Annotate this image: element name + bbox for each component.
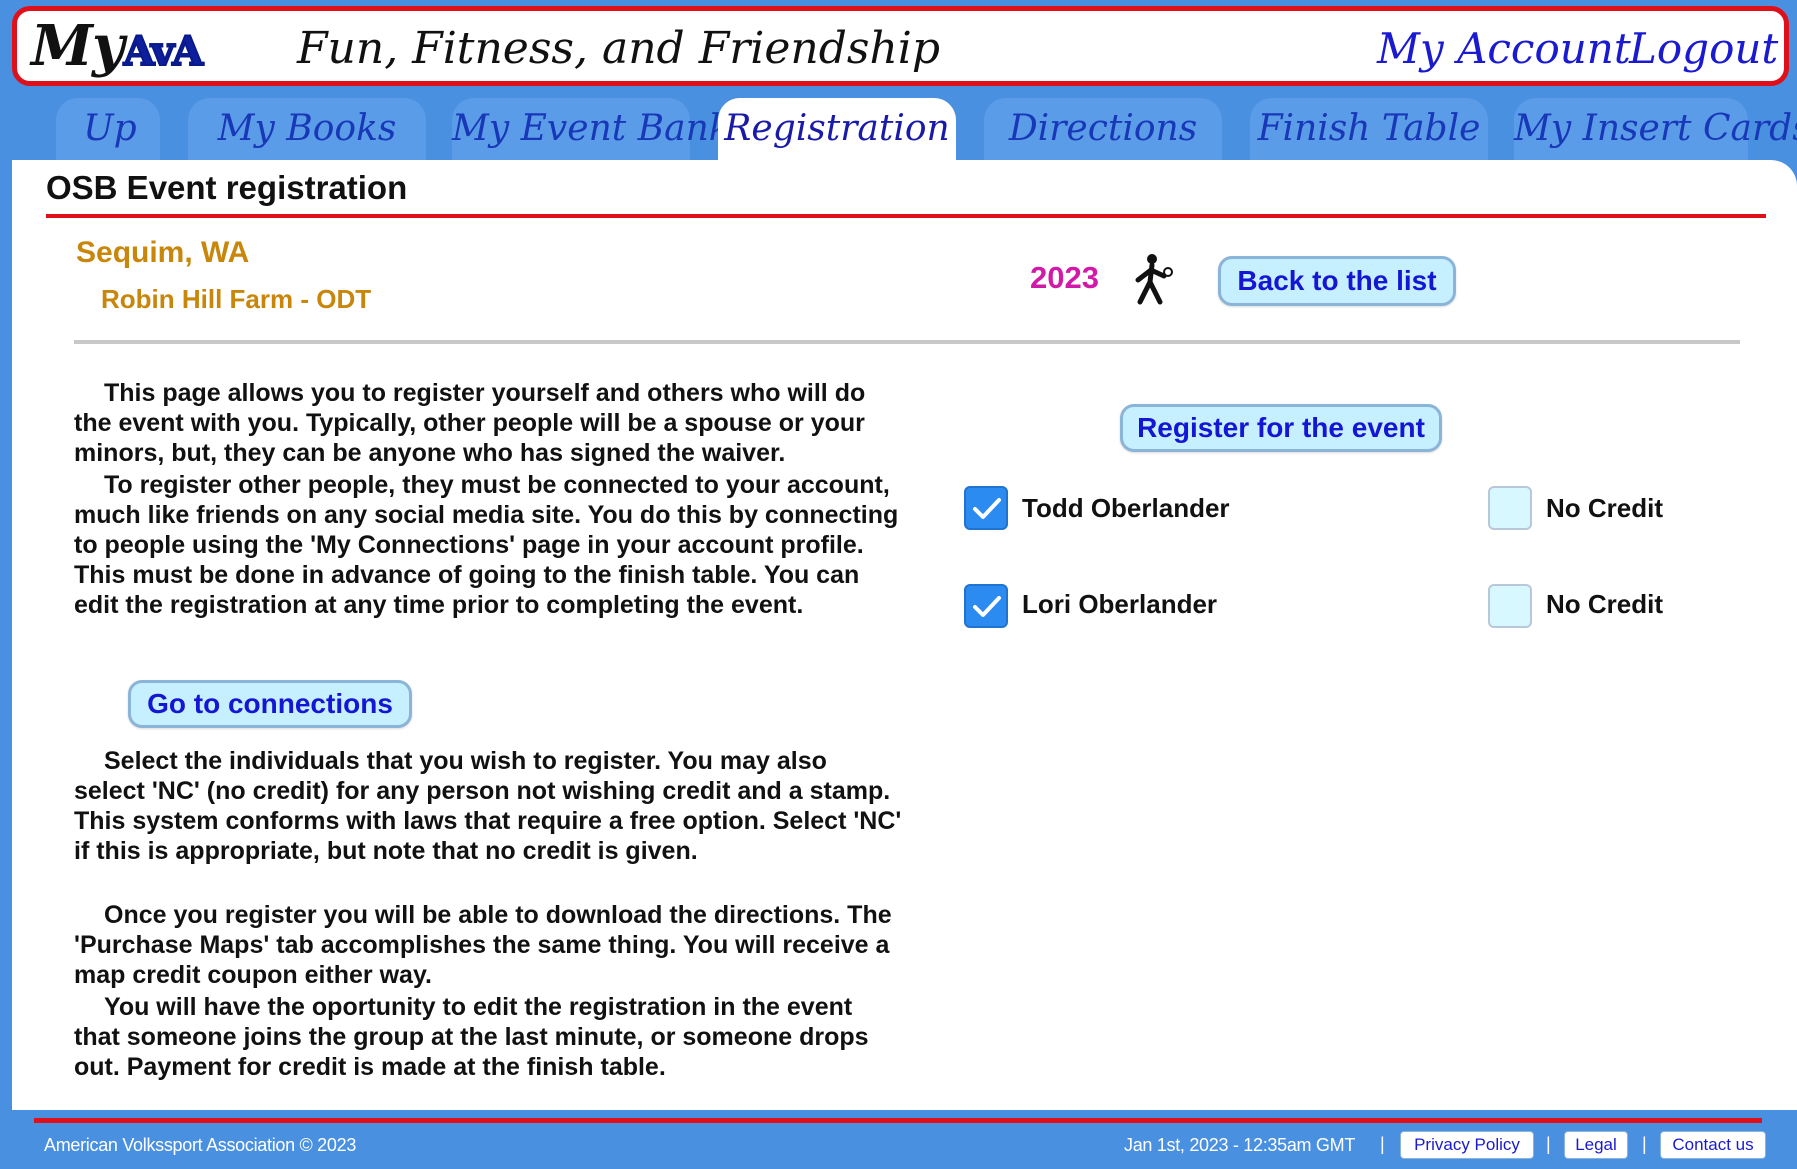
tab-my-insert-cards[interactable]: My Insert Cards	[1514, 98, 1797, 160]
main-content: OSB Event registration Sequim, WA Robin …	[12, 160, 1797, 1110]
nav-tabs: Up My Books My Event Bank Registration D…	[0, 96, 1797, 164]
contact-us-link[interactable]: Contact us	[1660, 1131, 1766, 1159]
tab-my-event-bank[interactable]: My Event Bank	[452, 98, 731, 160]
check-icon	[973, 498, 1001, 519]
tab-directions[interactable]: Directions	[984, 98, 1222, 160]
legal-link[interactable]: Legal	[1564, 1131, 1628, 1159]
section-divider	[74, 340, 1740, 344]
site-header: MyAvA Fun, Fitness, and Friendship My Ac…	[12, 6, 1789, 86]
footer-divider	[34, 1118, 1762, 1123]
no-credit-label: No Credit	[1546, 493, 1663, 523]
title-divider	[46, 214, 1766, 218]
check-icon	[973, 596, 1001, 617]
tab-up-label: Up	[83, 108, 137, 149]
tab-my-books[interactable]: My Books	[188, 98, 426, 160]
tagline: Fun, Fitness, and Friendship	[297, 23, 941, 74]
select-paragraph: Select the individuals that you wish to …	[74, 747, 902, 865]
site-footer: American Volkssport Association © 2023 J…	[0, 1126, 1797, 1169]
footer-datetime: Jan 1st, 2023 - 12:35am GMT	[1124, 1135, 1356, 1155]
select-person-checkbox[interactable]	[964, 486, 1008, 530]
event-year: 2023	[1030, 260, 1099, 295]
footer-separator: |	[1642, 1134, 1647, 1154]
no-credit-checkbox[interactable]	[1488, 486, 1532, 530]
logo-my-text: My	[31, 13, 125, 79]
edit-paragraph: You will have the oportunity to edit the…	[74, 993, 869, 1081]
privacy-policy-link[interactable]: Privacy Policy	[1400, 1131, 1534, 1159]
no-credit-checkbox[interactable]	[1488, 584, 1532, 628]
tab-finish-table[interactable]: Finish Table	[1250, 98, 1488, 160]
logo-ava-text: AvA	[123, 27, 205, 76]
event-venue: Robin Hill Farm - ODT	[101, 284, 372, 314]
page-title: OSB Event registration	[46, 169, 408, 206]
footer-separator: |	[1380, 1134, 1385, 1154]
my-account-link[interactable]: My Account	[1377, 21, 1631, 77]
tab-up[interactable]: Up	[56, 98, 160, 160]
person-name: Todd Oberlander	[1022, 493, 1230, 523]
register-event-button[interactable]: Register for the event	[1120, 404, 1442, 452]
walker-icon	[1135, 254, 1173, 305]
connections-paragraph: To register other people, they must be c…	[74, 471, 899, 619]
person-name: Lori Oberlander	[1022, 589, 1218, 619]
copyright-text: American Volkssport Association © 2023	[44, 1135, 357, 1155]
go-to-connections-button[interactable]: Go to connections	[128, 680, 412, 728]
back-to-list-button[interactable]: Back to the list	[1218, 256, 1456, 306]
no-credit-label: No Credit	[1546, 589, 1663, 619]
tab-registration[interactable]: Registration	[718, 98, 956, 164]
footer-separator: |	[1546, 1134, 1551, 1154]
logout-link[interactable]: Logout	[1629, 21, 1778, 77]
myava-logo[interactable]: MyAvA	[31, 13, 205, 83]
select-person-checkbox[interactable]	[964, 584, 1008, 628]
directions-paragraph: Once you register you will be able to do…	[74, 901, 892, 989]
event-city: Sequim, WA	[76, 236, 250, 269]
intro-paragraph: This page allows you to register yoursel…	[74, 379, 866, 467]
